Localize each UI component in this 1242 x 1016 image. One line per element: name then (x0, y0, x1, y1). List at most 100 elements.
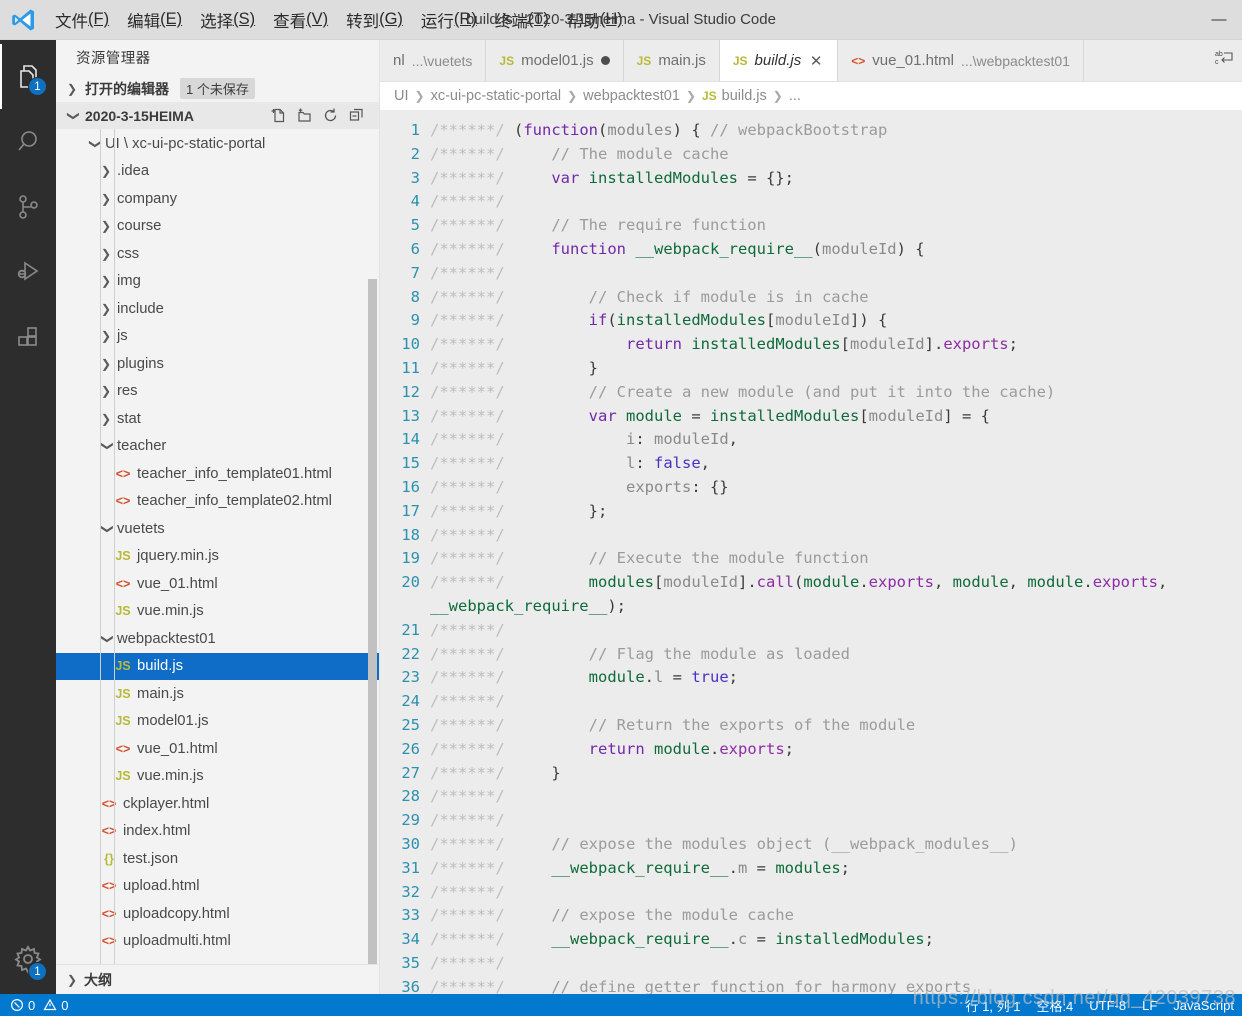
tab-model01-js[interactable]: JSmodel01.js (486, 40, 623, 81)
tree-folder[interactable]: ❯include (56, 295, 379, 323)
tree-file[interactable]: JSvue.min.js (56, 763, 379, 791)
tree-file[interactable]: JSjquery.min.js (56, 543, 379, 571)
breadcrumb-item[interactable]: UI (394, 88, 409, 104)
tree-folder[interactable]: ❯plugins (56, 350, 379, 378)
tree-folder[interactable]: ❯company (56, 185, 379, 213)
code-editor[interactable]: 1234567891011121314151617181920.21222324… (380, 110, 1242, 994)
tab-vue-01-html-webpacktest01[interactable]: <>vue_01.html...\webpacktest01 (838, 40, 1084, 81)
tree-folder[interactable]: ❯course (56, 213, 379, 241)
tree-file[interactable]: <>index.html (56, 818, 379, 846)
tree-root-folder[interactable]: ❮ UI \ xc-ui-pc-static-portal (56, 130, 379, 158)
tree-folder[interactable]: ❯res (56, 378, 379, 406)
code-line[interactable]: /******/ // The require function (430, 214, 1226, 238)
refresh-icon[interactable] (319, 105, 341, 127)
code-line[interactable]: /******/ modules[moduleId].call(module.e… (430, 571, 1226, 619)
code-line[interactable]: /******/ // Return the exports of the mo… (430, 714, 1226, 738)
activity-manage-settings[interactable]: 1 (0, 924, 56, 994)
breadcrumb-item[interactable]: JSbuild.js (702, 88, 767, 104)
collapse-all-icon[interactable] (345, 105, 367, 127)
end-of-line[interactable]: LF (1142, 998, 1157, 1013)
menu-terminal[interactable]: 终端(T) (486, 0, 558, 39)
indentation[interactable]: 空格:4 (1036, 996, 1073, 1015)
code-line[interactable]: /******/ (430, 881, 1226, 905)
encoding[interactable]: UTF-8 (1089, 998, 1126, 1013)
menu-go[interactable]: 转到(G) (337, 0, 412, 39)
code-line[interactable]: /******/ var module = installedModules[m… (430, 405, 1226, 429)
code-line[interactable]: /******/ if(installedModules[moduleId]) … (430, 309, 1226, 333)
tree-file[interactable]: <>uploadmulti.html (56, 928, 379, 956)
code-line[interactable]: /******/ (430, 809, 1226, 833)
tree-folder[interactable]: ❯stat (56, 405, 379, 433)
code-line[interactable]: /******/ // Execute the module function (430, 547, 1226, 571)
menu-file[interactable]: 文件(F) (46, 0, 118, 39)
section-outline[interactable]: ❯ 大纲 (56, 964, 379, 994)
new-folder-icon[interactable] (293, 105, 315, 127)
breadcrumb-item[interactable]: xc-ui-pc-static-portal (431, 88, 562, 104)
tree-folder[interactable]: ❯.idea (56, 158, 379, 186)
code-line[interactable]: /******/ l: false, (430, 452, 1226, 476)
code-line[interactable]: /******/ (430, 190, 1226, 214)
code-line[interactable]: /******/ (430, 524, 1226, 548)
tree-folder[interactable]: ❯js (56, 323, 379, 351)
code-line[interactable]: /******/ function __webpack_require__(mo… (430, 238, 1226, 262)
tree-file[interactable]: {}test.json (56, 845, 379, 873)
code-line[interactable]: /******/ return installedModules[moduleI… (430, 333, 1226, 357)
menu-help[interactable]: 帮助(H) (558, 0, 632, 39)
tab-close-icon[interactable]: ✕ (808, 52, 824, 70)
tree-file[interactable]: <>teacher_info_template02.html (56, 488, 379, 516)
activity-source-control[interactable] (0, 174, 56, 239)
menu-run[interactable]: 运行(R) (412, 0, 486, 39)
problems-status[interactable]: 0 0 (10, 998, 68, 1013)
code-content[interactable]: /******/ (function(modules) { // webpack… (430, 110, 1242, 994)
code-line[interactable]: /******/ // expose the module cache (430, 904, 1226, 928)
tree-folder[interactable]: ❮teacher (56, 433, 379, 461)
tab-dirty-indicator[interactable] (601, 56, 610, 65)
code-line[interactable]: /******/ __webpack_require__.m = modules… (430, 857, 1226, 881)
code-line[interactable]: /******/ // define getter function for h… (430, 976, 1226, 994)
code-line[interactable]: /******/ (430, 952, 1226, 976)
code-line[interactable]: /******/ // Flag the module as loaded (430, 643, 1226, 667)
code-line[interactable]: /******/ exports: {} (430, 476, 1226, 500)
code-line[interactable]: /******/ // Create a new module (and put… (430, 381, 1226, 405)
code-line[interactable]: /******/ } (430, 762, 1226, 786)
code-line[interactable]: /******/ }; (430, 500, 1226, 524)
code-line[interactable]: /******/ __webpack_require__.c = install… (430, 928, 1226, 952)
activity-explorer[interactable]: 1 (0, 44, 56, 109)
tab-main-js[interactable]: JSmain.js (624, 40, 720, 81)
section-workspace[interactable]: ❮ 2020-3-15HEIMA (56, 102, 379, 129)
code-line[interactable]: /******/ i: moduleId, (430, 428, 1226, 452)
code-line[interactable]: /******/ (function(modules) { // webpack… (430, 119, 1226, 143)
code-line[interactable]: /******/ var installedModules = {}; (430, 167, 1226, 191)
tree-folder[interactable]: ❯css (56, 240, 379, 268)
code-line[interactable]: /******/ // Check if module is in cache (430, 286, 1226, 310)
tree-file[interactable]: <>upload.html (56, 873, 379, 901)
tree-file[interactable]: JSbuild.js (56, 653, 379, 681)
cursor-position[interactable]: 行 1, 列 1 (966, 996, 1021, 1015)
tree-folder[interactable]: ❮vuetets (56, 515, 379, 543)
word-wrap-icon[interactable]: ab c (1214, 48, 1234, 73)
language-mode[interactable]: JavaScript (1173, 998, 1234, 1013)
tree-file[interactable]: JSmain.js (56, 680, 379, 708)
tree-file[interactable]: JSmodel01.js (56, 708, 379, 736)
tree-file[interactable]: JSvue.min.js (56, 598, 379, 626)
tree-file[interactable]: <>vue_01.html (56, 570, 379, 598)
code-line[interactable]: /******/ (430, 262, 1226, 286)
menu-selection[interactable]: 选择(S) (191, 0, 264, 39)
breadcrumb-item[interactable]: ... (789, 88, 801, 104)
activity-search[interactable] (0, 109, 56, 174)
tree-file[interactable]: <>uploadcopy.html (56, 900, 379, 928)
tree-folder[interactable]: ❯img (56, 268, 379, 296)
menu-view[interactable]: 查看(V) (264, 0, 337, 39)
code-line[interactable]: /******/ // The module cache (430, 143, 1226, 167)
tree-file[interactable]: <>ckplayer.html (56, 790, 379, 818)
code-line[interactable]: /******/ (430, 619, 1226, 643)
code-line[interactable]: /******/ return module.exports; (430, 738, 1226, 762)
tree-file[interactable]: <>teacher_info_template01.html (56, 460, 379, 488)
tree-file[interactable]: <>vue_01.html (56, 735, 379, 763)
sidebar-scrollbar[interactable] (368, 279, 377, 964)
file-tree[interactable]: ❮ UI \ xc-ui-pc-static-portal ❯.idea❯com… (56, 129, 379, 964)
editor-scrollbar[interactable] (1228, 110, 1242, 994)
menu-edit[interactable]: 编辑(E) (118, 0, 191, 39)
minimize-button[interactable]: — (1196, 0, 1242, 39)
code-line[interactable]: /******/ module.l = true; (430, 666, 1226, 690)
